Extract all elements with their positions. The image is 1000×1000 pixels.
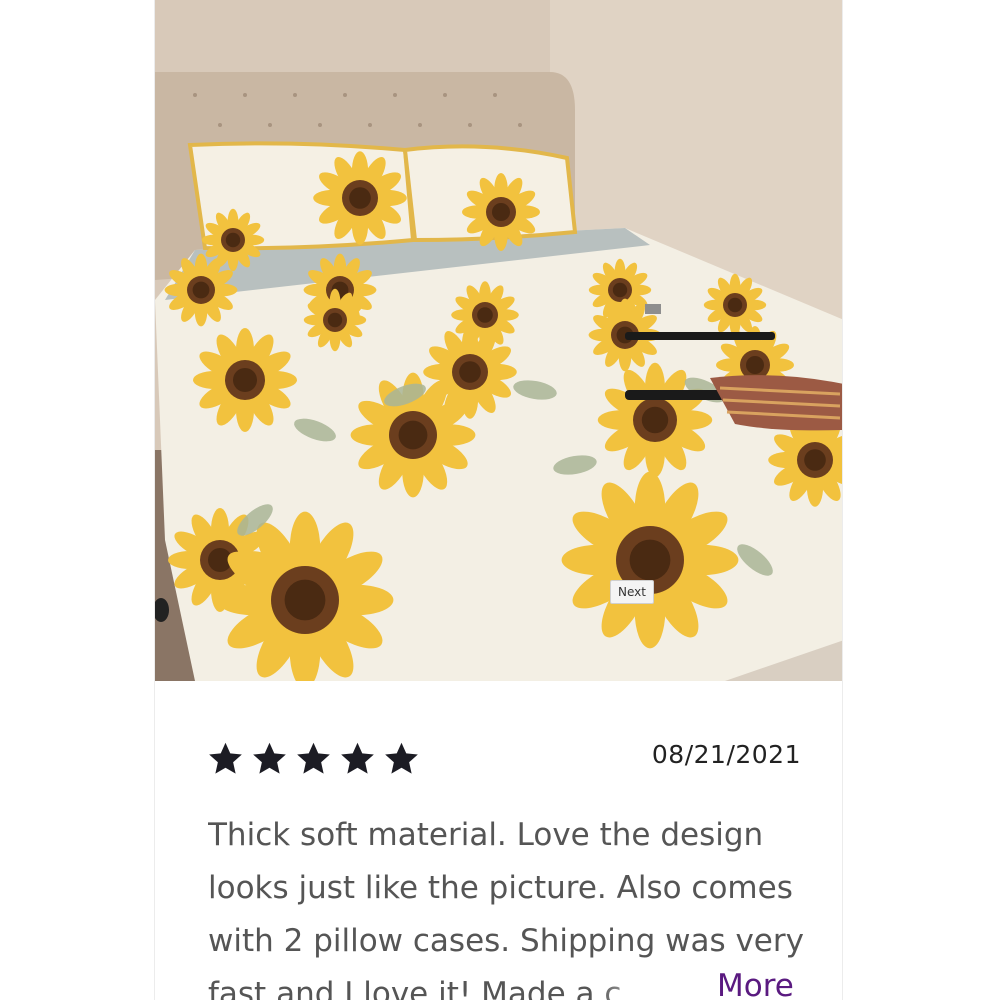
more-link[interactable]: More <box>715 968 794 1000</box>
star-icon <box>253 742 286 774</box>
star-icon <box>297 742 330 774</box>
star-icon <box>385 742 418 774</box>
review-photo[interactable]: Next <box>155 0 842 681</box>
star-icon <box>209 742 242 774</box>
review-body: 08/21/2021 Thick soft material. Love the… <box>155 681 842 1000</box>
star-icon <box>341 742 374 774</box>
next-button[interactable]: Next <box>610 580 654 604</box>
review-card: Next 08/21/2021 Thick soft material. Lov… <box>154 0 843 1000</box>
text-fade <box>595 966 715 1000</box>
bedroom-photo <box>155 0 842 681</box>
review-date: 08/21/2021 <box>651 740 801 769</box>
star-rating <box>207 740 420 777</box>
